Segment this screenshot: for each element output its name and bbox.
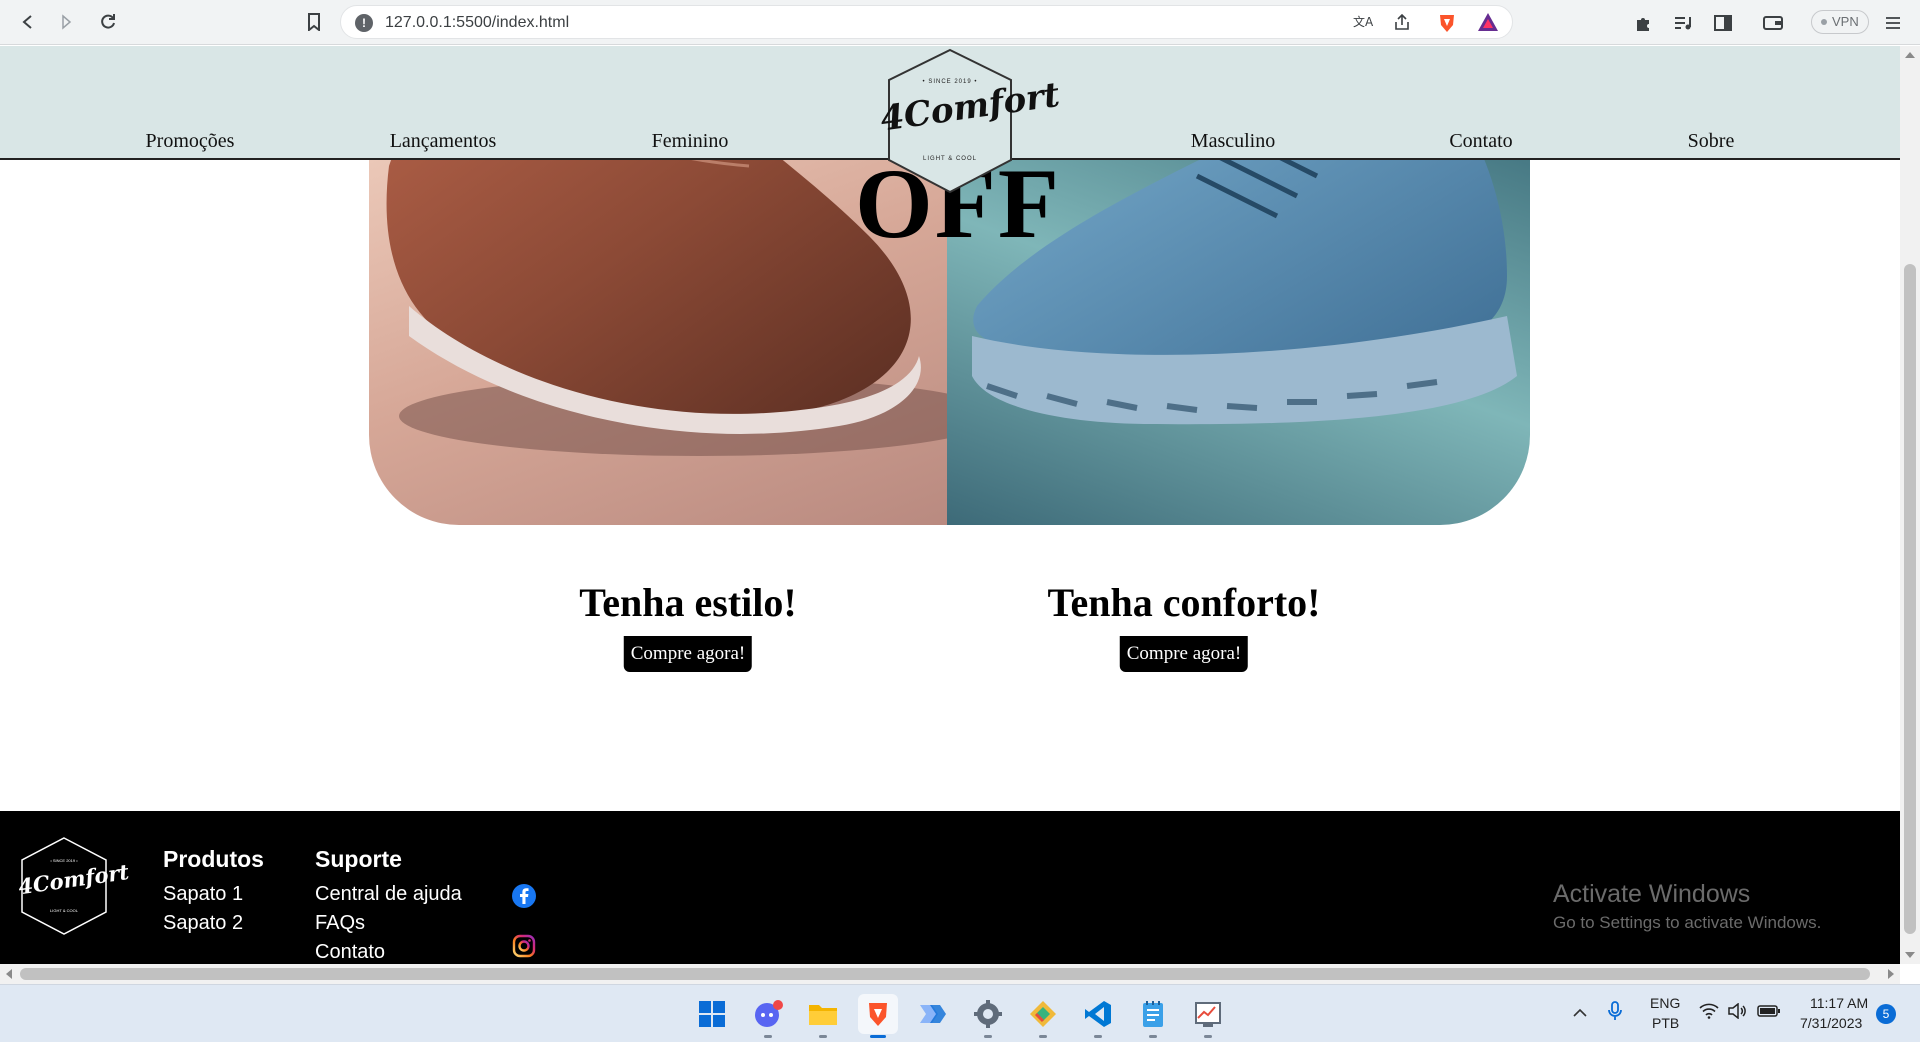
wallet-icon[interactable] [1762,12,1784,34]
vscode-icon[interactable] [1078,994,1118,1038]
card-title-estilo: Tenha estilo! [579,580,797,625]
footer-link-faqs[interactable]: FAQs [315,912,365,935]
clock-date[interactable]: 7/31/2023 [1800,1015,1862,1031]
running-indicator [984,1035,992,1038]
windows-taskbar: ENG PTB 11:17 AM 7/31/2023 5 [0,984,1920,1042]
footer-produtos-heading: Produtos [163,846,264,872]
running-indicator [1039,1035,1047,1038]
brave-browser-icon[interactable] [858,994,898,1038]
nav-contato[interactable]: Contato [1449,130,1512,153]
nav-lancamentos[interactable]: Lançamentos [390,130,497,153]
start-icon[interactable] [692,994,732,1034]
running-indicator [1149,1035,1157,1038]
browser-toolbar: ! 127.0.0.1:5500/index.html 文A VPN [0,0,1920,45]
activate-windows-title: Activate Windows [1553,880,1751,908]
volume-icon[interactable] [1728,1002,1748,1024]
brave-rewards-icon[interactable] [1477,12,1499,37]
address-bar[interactable]: ! 127.0.0.1:5500/index.html 文A [340,5,1513,39]
menu-icon[interactable] [1882,12,1904,34]
language-primary[interactable]: ENG [1650,995,1680,1011]
buy-button-conforto[interactable]: Compre agora! [1119,636,1249,672]
battery-icon[interactable] [1757,1004,1781,1023]
running-indicator [1204,1035,1212,1038]
settings-icon[interactable] [968,994,1008,1038]
sidebar-icon[interactable] [1712,12,1734,34]
scroll-left-arrow[interactable] [6,969,12,979]
nav-feminino[interactable]: Feminino [652,130,729,153]
language-secondary[interactable]: PTB [1652,1015,1679,1031]
horizontal-scrollbar[interactable] [0,964,1900,984]
vertical-scroll-thumb[interactable] [1904,264,1916,934]
show-hidden-icons-chevron[interactable] [1572,1005,1588,1023]
web-page: OFF Promoções Lançamentos Feminino Mascu… [0,46,1900,964]
facebook-icon[interactable] [512,884,536,908]
extensions-icon[interactable] [1632,12,1654,34]
notepad-icon[interactable] [1133,994,1173,1038]
vertical-scrollbar[interactable] [1900,46,1920,964]
url-text[interactable]: 127.0.0.1:5500/index.html [385,14,569,32]
git-client-icon[interactable] [1023,994,1063,1038]
translate-icon[interactable]: 文A [1353,14,1374,37]
notification-badge[interactable]: 5 [1876,1004,1896,1024]
footer-suporte-heading: Suporte [315,846,402,872]
forward-icon[interactable] [54,10,78,34]
nav-masculino[interactable]: Masculino [1191,130,1275,153]
power-automate-icon[interactable] [913,994,953,1034]
footer-link-sapato2[interactable]: Sapato 2 [163,912,243,935]
logo-tagline-text: LIGHT & COOL [923,156,977,162]
footer-link-contato[interactable]: Contato [315,941,385,964]
footer-link-sapato1[interactable]: Sapato 1 [163,883,243,906]
footer-logo-tagline: LIGHT & COOL [50,908,78,913]
brand-logo[interactable]: • SINCE 2019 • 4Comfort LIGHT & COOL [878,46,1062,196]
vpn-status-dot [1821,19,1827,25]
reload-icon[interactable] [96,10,120,34]
activate-windows-subtitle: Go to Settings to activate Windows. [1553,913,1822,932]
running-indicator [1094,1035,1102,1038]
scroll-up-arrow[interactable] [1905,52,1915,58]
back-icon[interactable] [16,10,40,34]
running-indicator [764,1035,772,1038]
microphone-icon[interactable] [1608,1001,1622,1026]
nav-promocoes[interactable]: Promoções [146,130,235,153]
vpn-button[interactable]: VPN [1811,10,1869,34]
site-info-icon[interactable]: ! [355,14,373,32]
footer-link-central-ajuda[interactable]: Central de ajuda [315,883,462,906]
playlist-icon[interactable] [1672,12,1694,34]
brave-shields-icon[interactable] [1437,12,1457,39]
running-indicator [819,1035,827,1038]
scroll-down-arrow[interactable] [1905,952,1915,958]
svg-text:文A: 文A [1353,14,1373,29]
nav-sobre[interactable]: Sobre [1688,130,1735,153]
file-explorer-icon[interactable] [803,994,843,1038]
bookmark-icon[interactable] [302,10,326,34]
scroll-right-arrow[interactable] [1888,969,1894,979]
buy-button-estilo[interactable]: Compre agora! [623,636,753,672]
active-indicator [870,1035,886,1038]
clock-time[interactable]: 11:17 AM [1810,995,1868,1011]
horizontal-scroll-thumb[interactable] [20,968,1870,980]
task-manager-icon[interactable] [1188,994,1228,1038]
wifi-icon[interactable] [1699,1003,1719,1024]
footer-logo[interactable]: • SINCE 2019 • 4Comfort LIGHT & COOL [17,836,130,936]
instagram-icon[interactable] [512,934,536,958]
vpn-label: VPN [1832,14,1859,29]
card-title-conforto: Tenha conforto! [1047,580,1321,625]
share-icon[interactable] [1393,13,1411,37]
chat-app-icon[interactable] [748,994,788,1038]
